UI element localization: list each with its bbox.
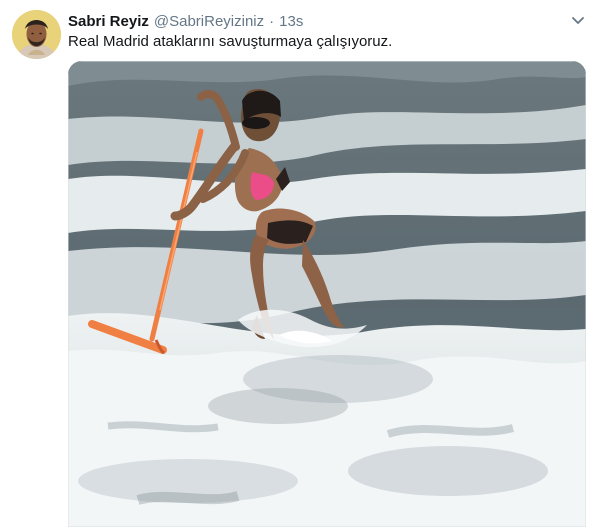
separator-dot: · bbox=[269, 12, 275, 30]
beach-video-frame bbox=[68, 61, 586, 527]
tweet-text: Real Madrid ataklarını savuşturmaya çalı… bbox=[68, 33, 393, 50]
tweet[interactable]: Sabri Reyiz @SabriReyiziniz · 13s Real M… bbox=[0, 0, 600, 527]
user-handle[interactable]: @SabriReyiziniz bbox=[154, 13, 264, 30]
tweet-header: Sabri Reyiz @SabriReyiziniz · 13s bbox=[68, 11, 303, 31]
avatar[interactable] bbox=[12, 10, 61, 59]
chevron-down-icon bbox=[572, 17, 584, 24]
tweet-media[interactable] bbox=[68, 61, 586, 527]
profile-avatar-image bbox=[12, 10, 61, 59]
display-name[interactable]: Sabri Reyiz bbox=[68, 13, 149, 30]
more-options-button[interactable] bbox=[567, 9, 589, 31]
timestamp[interactable]: 13s bbox=[279, 13, 303, 30]
